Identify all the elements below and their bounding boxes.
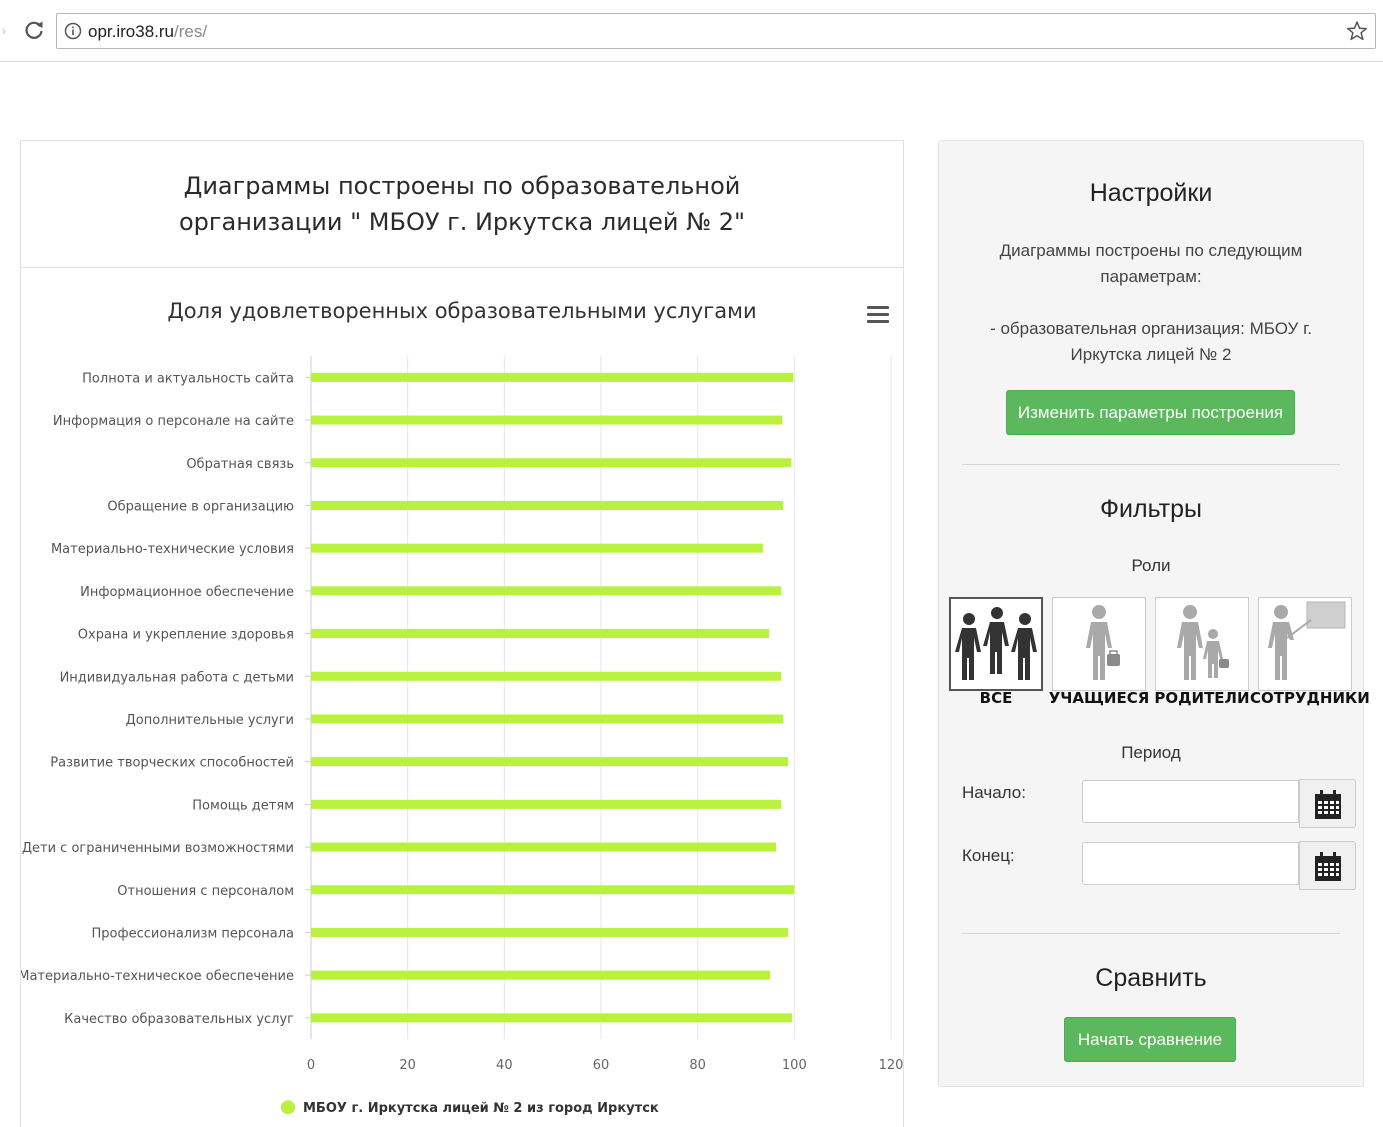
bar-10 [311, 757, 789, 767]
bar-12 [311, 842, 776, 852]
start-date-input[interactable] [1082, 780, 1299, 823]
start-date-label: Начало: [962, 783, 1026, 802]
bar-15 [311, 970, 771, 980]
bar-14 [311, 927, 789, 937]
bar-6 [311, 586, 782, 596]
category-label: Дети с ограниченными возможностями [22, 841, 294, 856]
category-label: Индивидуальная работа с детьми [60, 670, 294, 685]
bar-11 [311, 799, 782, 809]
category-label: Охрана и укрепление здоровья [78, 628, 294, 643]
compare-title: Сравнить [1095, 964, 1207, 992]
bookmark-star-icon[interactable] [1345, 19, 1369, 43]
settings-description: Диаграммы построены по следующим парамет… [999, 241, 1303, 286]
category-label: Полнота и актуальность сайта [82, 371, 294, 386]
url-path: /res/ [174, 22, 208, 41]
teacher-board-icon [1268, 601, 1346, 680]
filters-title: Фильтры [1100, 495, 1202, 523]
role-staff-label: СОТРУДНИКИ [1250, 689, 1370, 707]
change-params-button[interactable]: Изменить параметры построения [1006, 390, 1295, 435]
start-date-calendar-button[interactable] [1299, 779, 1356, 828]
bar-2 [311, 415, 783, 425]
period-label: Период [1121, 743, 1181, 762]
category-label: Профессионализм персонала [92, 926, 294, 941]
category-label: Развитие творческих способностей [50, 756, 294, 771]
calendar-icon [1315, 790, 1341, 819]
roles-label: Роли [1131, 556, 1171, 575]
divider [962, 933, 1340, 934]
chart-x-tick-labels: 0 20 40 60 80 100 120 [307, 1058, 903, 1073]
chart-category-labels: Полнота и актуальность сайта Информация о… [21, 371, 294, 1027]
role-students-label: УЧАЩИЕСЯ [1048, 689, 1150, 707]
role-all-label: ВСЕ [979, 689, 1013, 707]
start-compare-button[interactable]: Начать сравнение [1064, 1017, 1236, 1062]
url-text: opr.iro38.ru/res/ [88, 22, 207, 42]
x-tick-label: 20 [399, 1058, 416, 1073]
back-arrow-icon[interactable]: › [2, 24, 8, 38]
category-label: Качество образовательных услуг [64, 1012, 294, 1027]
end-date-input[interactable] [1082, 842, 1299, 885]
bar-9 [311, 714, 784, 724]
settings-title: Настройки [1089, 179, 1213, 207]
category-label: Информация о персонале на сайте [53, 414, 294, 429]
bar-4 [311, 500, 784, 510]
category-label: Материально-техническое обеспечение [21, 969, 294, 984]
category-label: Обратная связь [186, 457, 294, 472]
chart-bars [305, 372, 795, 1023]
category-label: Информационное обеспечение [80, 585, 294, 600]
x-tick-label: 40 [496, 1058, 513, 1073]
settings-panel: Настройки Диаграммы построены по следующ… [938, 140, 1370, 1087]
x-tick-label: 0 [307, 1058, 315, 1073]
url-host: opr.iro38.ru [88, 22, 174, 41]
role-staff-button[interactable] [1258, 597, 1352, 691]
x-tick-label: 60 [593, 1058, 610, 1073]
category-label: Обращение в организацию [107, 499, 294, 514]
x-tick-label: 80 [689, 1058, 706, 1073]
calendar-icon [1315, 852, 1341, 881]
chart-legend[interactable]: МБОУ г. Иркутска лицей № 2 из город Ирку… [281, 1100, 659, 1116]
bar-7 [311, 629, 770, 639]
bar-13 [311, 885, 795, 895]
end-date-label: Конец: [962, 846, 1015, 865]
bar-8 [311, 671, 782, 681]
x-tick-label: 100 [782, 1058, 807, 1073]
end-date-calendar-button[interactable] [1299, 841, 1356, 890]
category-label: Помощь детям [192, 798, 294, 813]
role-students-button[interactable] [1052, 597, 1146, 691]
category-label: Дополнительные услуги [126, 713, 294, 728]
parent-child-icon [1177, 605, 1229, 680]
legend-label: МБОУ г. Иркутска лицей № 2 из город Ирку… [303, 1101, 659, 1116]
category-label: Отношения с персоналом [117, 884, 294, 899]
info-icon[interactable] [64, 22, 82, 40]
chart-title: Доля удовлетворенных образовательными ус… [167, 299, 756, 323]
browser-toolbar: › opr.iro38.ru/res/ [0, 0, 1383, 62]
bar-5 [311, 543, 763, 553]
bar-1 [311, 372, 794, 382]
legend-marker [281, 1100, 295, 1115]
group-all-icon [955, 607, 1037, 680]
settings-org-param: - образовательная организация: МБОУ г. И… [990, 319, 1312, 364]
reload-icon[interactable] [22, 18, 46, 42]
category-label: Материально-технические условия [51, 542, 294, 557]
divider [962, 464, 1340, 465]
bar-16 [311, 1013, 792, 1023]
bar-3 [311, 458, 792, 468]
x-tick-label: 120 [879, 1058, 903, 1073]
role-parents-label: РОДИТЕЛИ [1154, 689, 1250, 707]
page-title: Диаграммы построены по образовательной о… [178, 172, 746, 236]
address-bar[interactable]: opr.iro38.ru/res/ [56, 13, 1376, 49]
student-icon [1086, 605, 1120, 680]
chart-panel: Диаграммы построены по образовательной о… [20, 140, 904, 1127]
panel-heading: Диаграммы построены по образовательной о… [21, 141, 903, 268]
role-all-button[interactable] [949, 597, 1043, 691]
role-parents-button[interactable] [1155, 597, 1249, 691]
bar-chart: Доля удовлетворенных образовательными ус… [21, 299, 903, 1116]
